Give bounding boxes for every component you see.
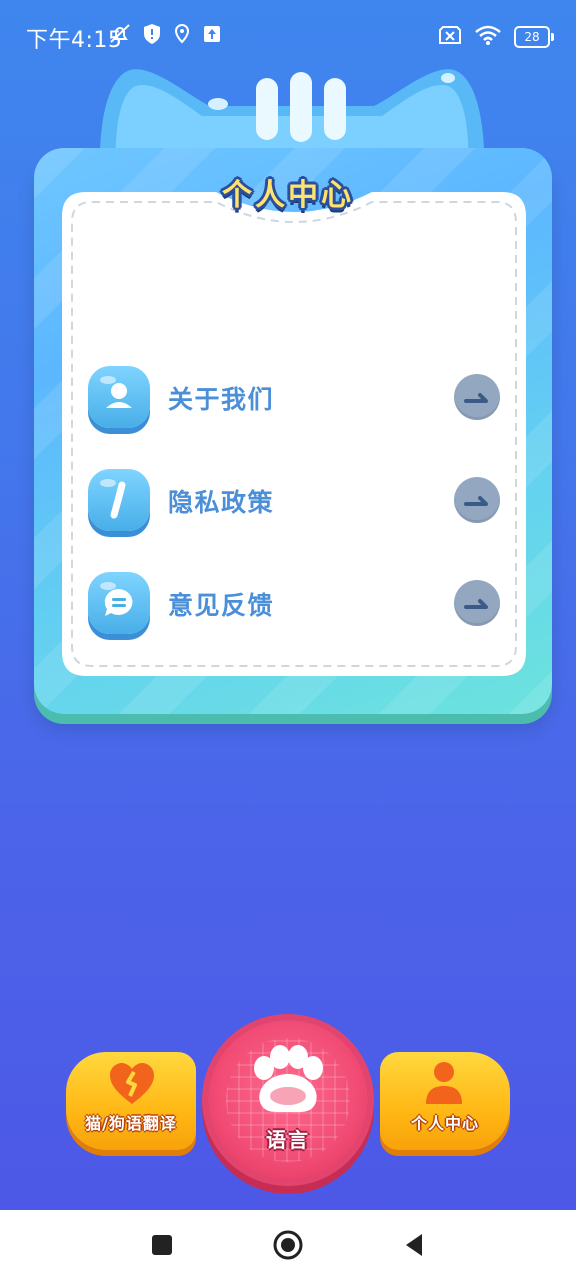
person-icon [426, 1062, 462, 1104]
chat-icon [88, 572, 150, 634]
sim-off-icon [438, 25, 462, 49]
tab-pet-translate[interactable]: 猫/狗语翻译 [66, 1052, 196, 1150]
back-icon[interactable] [400, 1231, 428, 1259]
info-icon [88, 469, 150, 531]
menu-label-about-us: 关于我们 [168, 385, 275, 414]
upload-icon [202, 24, 222, 48]
menu-item-feedback[interactable]: 意见反馈 [88, 572, 500, 636]
tab-language[interactable]: 语言 [208, 1020, 368, 1180]
tab-label-profile: 个人中心 [410, 1114, 479, 1133]
home-icon[interactable] [272, 1229, 304, 1261]
system-nav-bar [0, 1210, 576, 1280]
status-left-icons [108, 22, 222, 50]
arrow-right-icon[interactable] [454, 374, 500, 420]
status-right-icons: 28 [438, 24, 554, 50]
shield-icon [142, 23, 162, 49]
tab-label-language: 语言 [266, 1128, 310, 1152]
mute-bell-icon [108, 22, 132, 50]
person-icon [88, 366, 150, 428]
arrow-right-icon[interactable] [454, 580, 500, 626]
menu-label-feedback: 意见反馈 [168, 591, 275, 620]
tab-profile[interactable]: 个人中心 [380, 1052, 510, 1150]
menu-item-privacy-policy[interactable]: 隐私政策 [88, 469, 500, 533]
menu-label-privacy-policy: 隐私政策 [168, 488, 275, 517]
location-icon [172, 23, 192, 49]
menu-item-about-us[interactable]: 关于我们 [88, 366, 500, 430]
wifi-icon [474, 24, 502, 50]
tab-label-pet-translate: 猫/狗语翻译 [85, 1114, 177, 1133]
paw-icon [254, 1045, 323, 1113]
battery-icon: 28 [514, 26, 554, 48]
bottom-nav: 猫/狗语翻译 语言 个人中心 [0, 1020, 576, 1190]
page-title: 个人中心 [222, 178, 354, 213]
arrow-right-icon[interactable] [454, 477, 500, 523]
recent-apps-icon[interactable] [148, 1231, 176, 1259]
heart-icon [110, 1063, 154, 1104]
